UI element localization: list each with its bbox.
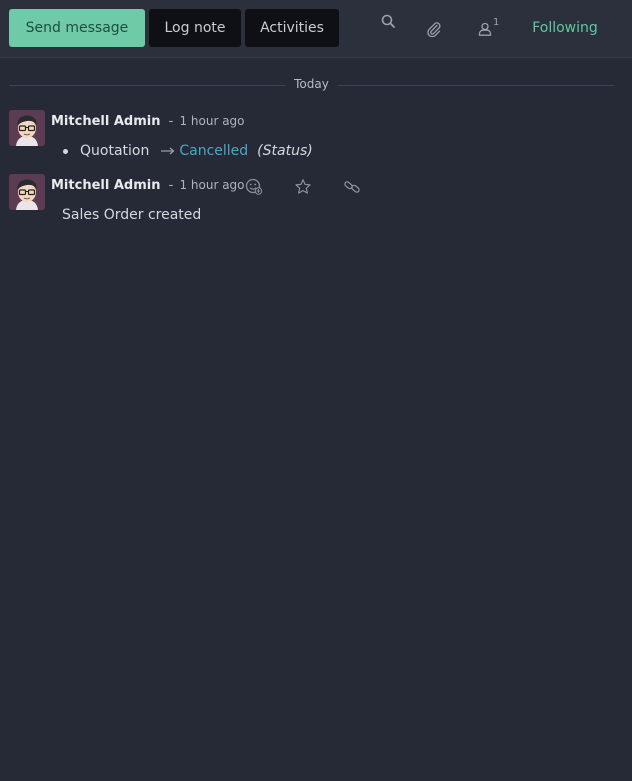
add-reaction-button[interactable] [245, 178, 294, 196]
date-separator: Today [9, 77, 614, 91]
arrow-right-icon [161, 143, 175, 159]
message-header: Mitchell Admin - 1 hour ago [51, 114, 245, 129]
message-time: 1 hour ago [179, 178, 245, 192]
avatar[interactable] [9, 174, 45, 210]
paperclip-icon [427, 21, 441, 37]
message-actions [245, 178, 392, 196]
send-message-button[interactable]: Send message [9, 9, 145, 47]
message-header: Mitchell Admin - 1 hour ago [51, 178, 245, 193]
activities-button[interactable]: Activities [245, 9, 339, 47]
followers-button[interactable]: 1 [474, 0, 504, 57]
user-icon [478, 22, 492, 36]
date-separator-label: Today [294, 77, 329, 91]
search-button[interactable] [376, 0, 400, 49]
tracking-field-name: (Status) [257, 143, 313, 159]
tracking-value: Quotation Cancelled (Status) [63, 143, 313, 159]
search-icon [381, 14, 395, 28]
copy-link-button[interactable] [343, 178, 392, 196]
follower-count: 1 [493, 17, 500, 28]
separator-line [9, 85, 285, 86]
message: Mitchell Admin - 1 hour ago Sales Order … [9, 174, 619, 234]
bullet [63, 148, 68, 154]
avatar-image [9, 110, 45, 146]
star-icon [295, 179, 311, 194]
link-icon [344, 181, 360, 193]
author-name[interactable]: Mitchell Admin [51, 114, 160, 129]
tracking-new-value: Cancelled [179, 143, 249, 159]
header-separator: - [168, 114, 174, 129]
author-name[interactable]: Mitchell Admin [51, 178, 160, 193]
avatar[interactable] [9, 110, 45, 146]
star-button[interactable] [294, 178, 343, 196]
separator-line [338, 85, 614, 86]
message-body: Sales Order created [62, 207, 202, 223]
tracking-old-value: Quotation [80, 143, 150, 159]
attachments-button[interactable] [422, 0, 446, 57]
avatar-image [9, 174, 45, 210]
following-button[interactable]: Following [520, 0, 610, 57]
add-reaction-icon [245, 178, 263, 195]
header-separator: - [168, 178, 174, 193]
chatter-topbar: Send message Log note Activities 1 Follo… [0, 0, 632, 58]
message-time: 1 hour ago [179, 114, 245, 128]
message: Mitchell Admin - 1 hour ago Quotation Ca… [9, 110, 619, 170]
log-note-button[interactable]: Log note [149, 9, 241, 47]
